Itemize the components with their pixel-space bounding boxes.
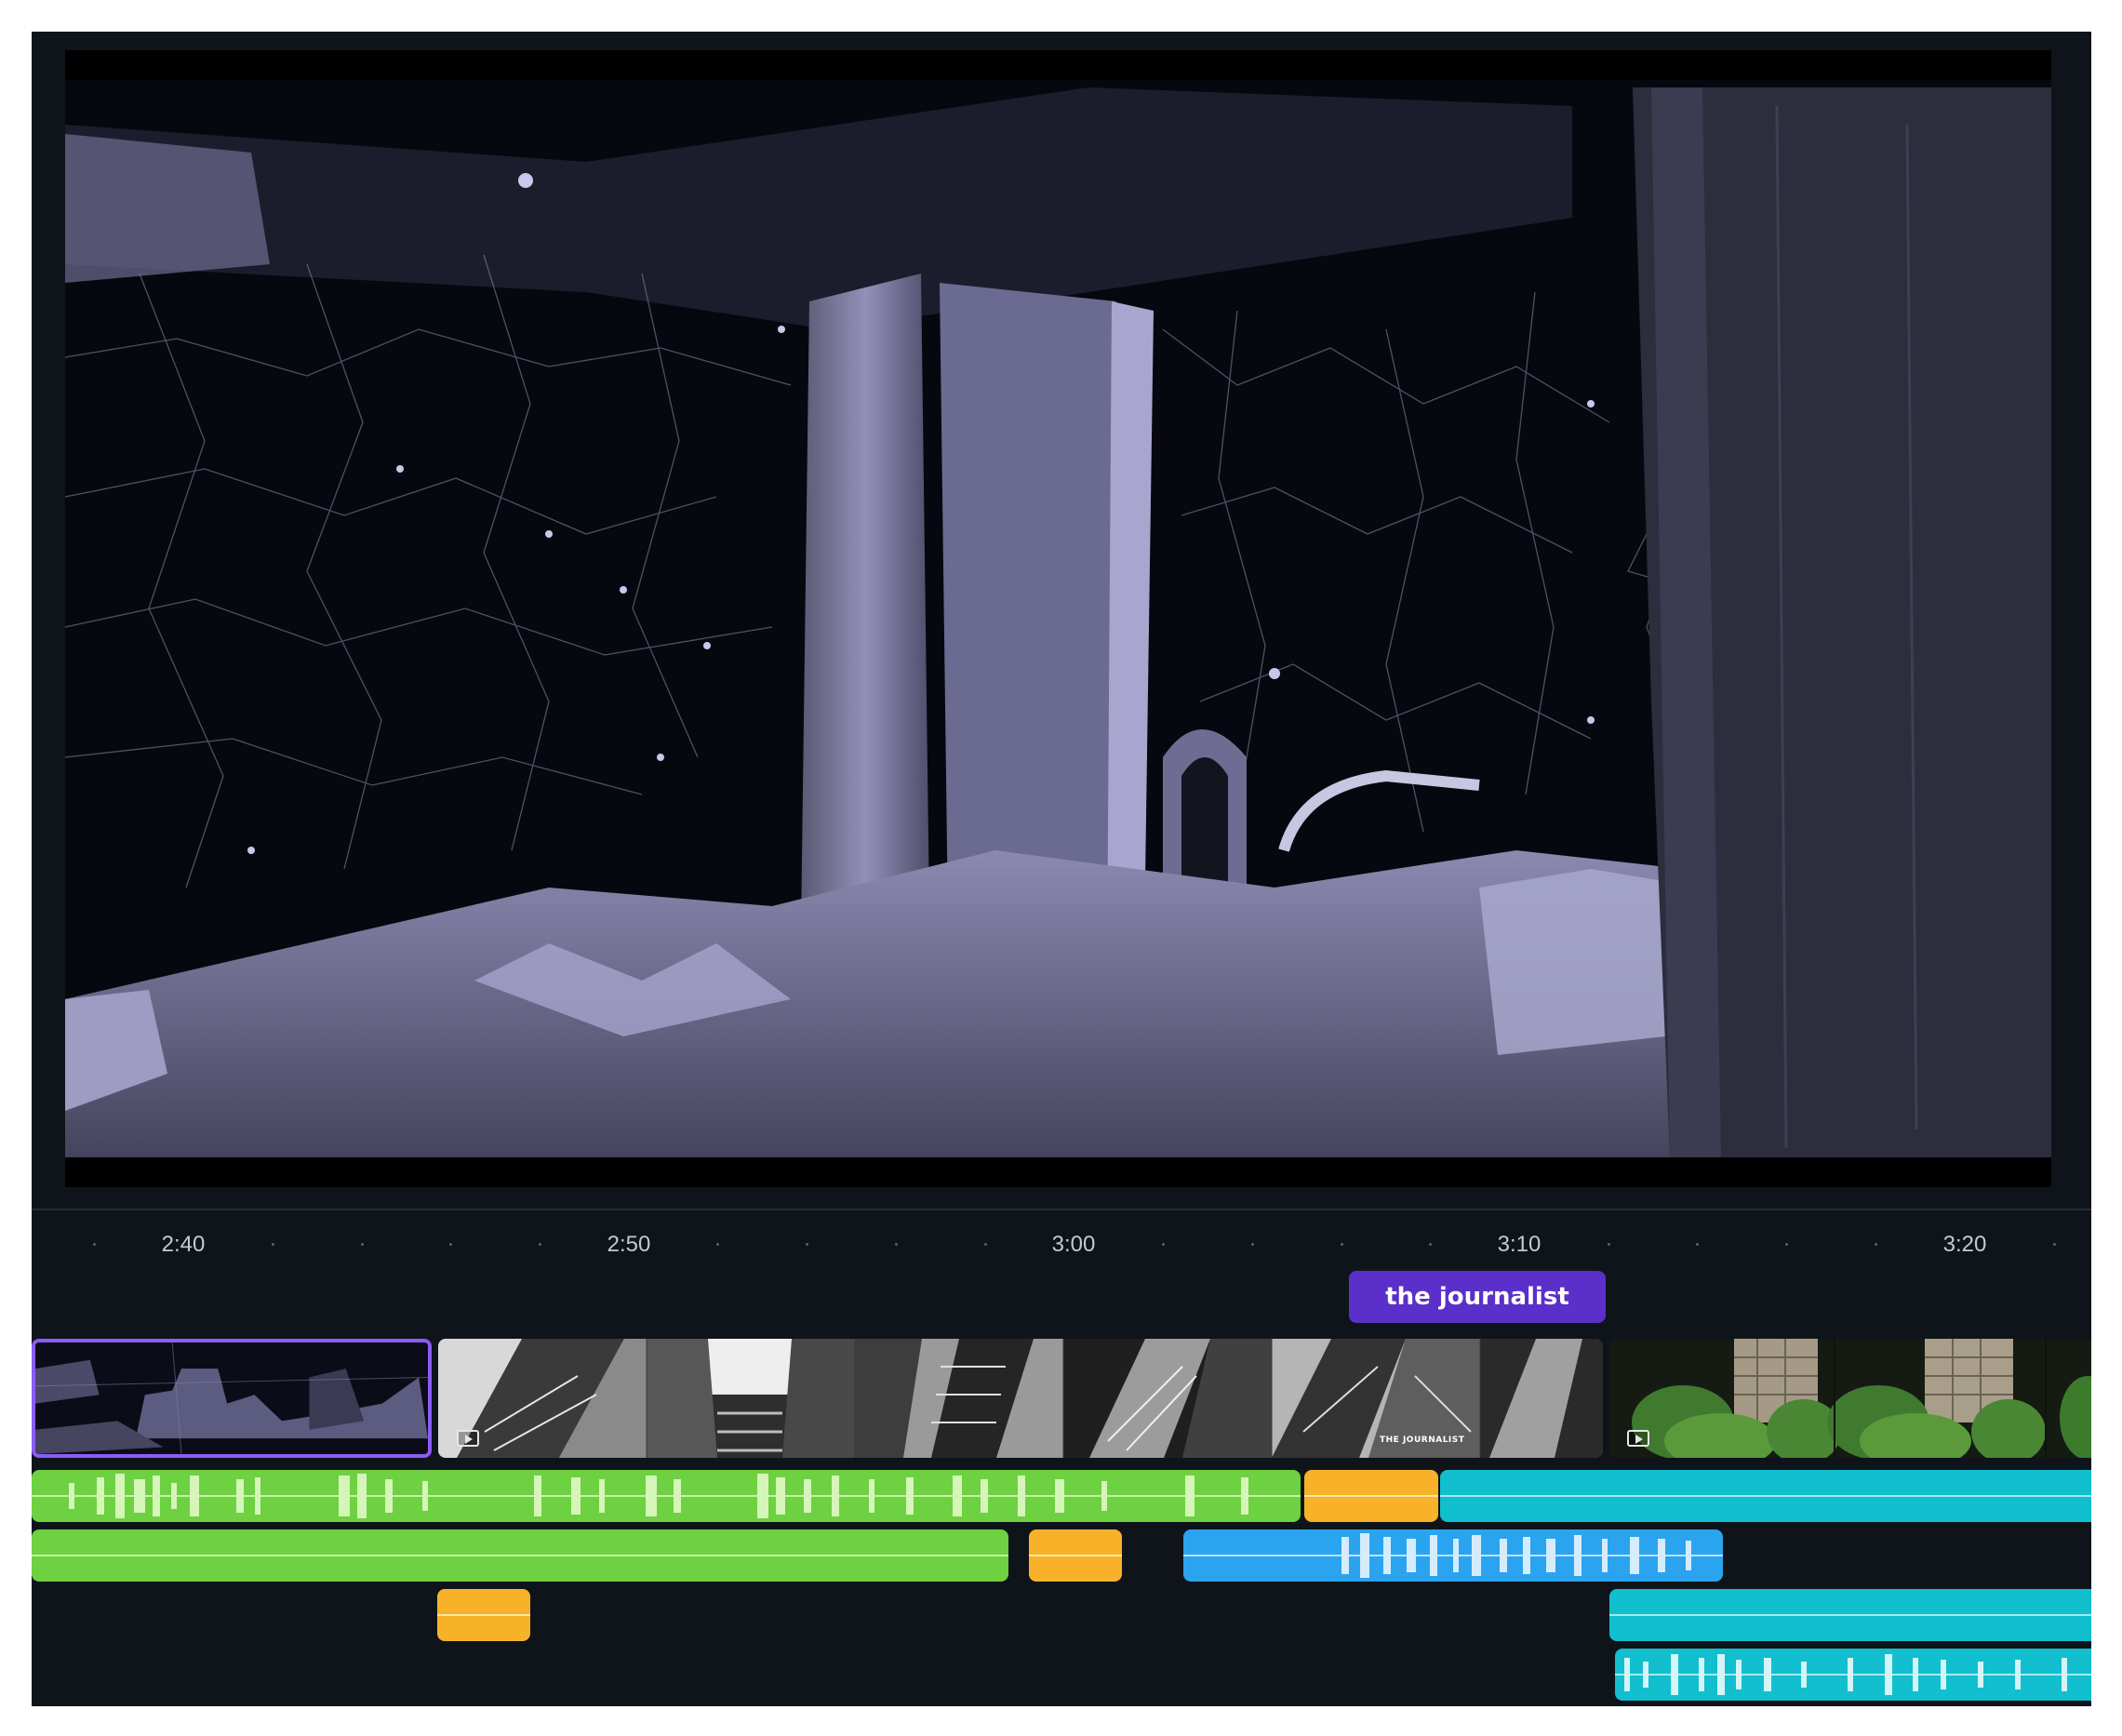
- audio-clip-cyan-3[interactable]: [1615, 1649, 2091, 1701]
- ruler-tick: [449, 1243, 452, 1246]
- audio-clip-orange-1[interactable]: [1304, 1470, 1438, 1522]
- audio-clip-blue-1[interactable]: [1183, 1529, 1723, 1582]
- ruler-tick: [1162, 1243, 1165, 1246]
- waveform: [1440, 1495, 2091, 1497]
- video-clip-buildings[interactable]: THE JOURNALIST: [438, 1339, 1603, 1458]
- video-track: THE JOURNALIST: [32, 1339, 2091, 1458]
- ruler-label: 3:00: [1051, 1232, 1096, 1257]
- video-clip-wireframe[interactable]: [32, 1339, 432, 1458]
- video-clip-icon: [457, 1430, 479, 1447]
- ruler-tick: [539, 1243, 541, 1246]
- waveform: [1304, 1495, 1438, 1497]
- audio-clip-orange-3[interactable]: [437, 1589, 530, 1641]
- ruler-label: 2:50: [607, 1232, 651, 1257]
- waveform: [1615, 1654, 2091, 1695]
- ruler-tick: [984, 1243, 987, 1246]
- timeline-marker-the-journalist[interactable]: the journalist: [1349, 1271, 1606, 1323]
- video-editor: 2:40 2:50 3:00 3:10 3:20 the journalist: [32, 32, 2091, 1706]
- ruler-label: 3:10: [1497, 1232, 1541, 1257]
- video-preview[interactable]: [65, 50, 2051, 1187]
- ruler-tick: [806, 1243, 808, 1246]
- audio-clip-cyan-1[interactable]: [1440, 1470, 2091, 1522]
- ruler-tick: [1251, 1243, 1254, 1246]
- timeline-ruler[interactable]: 2:40 2:50 3:00 3:10 3:20: [32, 1211, 2091, 1267]
- clip-thumbnail-wireframe: [35, 1342, 428, 1454]
- clip-thumbnails-tower-trees: [1608, 1339, 2091, 1458]
- audio-clip-green-1[interactable]: [32, 1470, 1301, 1522]
- ruler-label: 3:20: [1942, 1232, 1987, 1257]
- clip-overlay-text: THE JOURNALIST: [1380, 1436, 1465, 1445]
- ruler-tick: [1696, 1243, 1699, 1246]
- ruler-tick: [1429, 1243, 1432, 1246]
- ruler-tick: [1341, 1243, 1343, 1246]
- waveform: [437, 1614, 530, 1616]
- waveform: [32, 1555, 1008, 1556]
- waveform: [32, 1474, 1301, 1518]
- ruler-tick: [361, 1243, 364, 1246]
- ruler-tick: [2053, 1243, 2056, 1246]
- ruler-tick: [272, 1243, 274, 1246]
- ruler-tick: [1875, 1243, 1877, 1246]
- video-clip-icon: [1627, 1430, 1649, 1447]
- ruler-label: 2:40: [161, 1232, 206, 1257]
- ruler-tick: [93, 1243, 96, 1246]
- ruler-tick: [895, 1243, 898, 1246]
- audio-clip-green-2[interactable]: [32, 1529, 1008, 1582]
- waveform: [1029, 1555, 1122, 1556]
- ruler-tick: [1608, 1243, 1610, 1246]
- ruler-tick: [1785, 1243, 1788, 1246]
- waveform: [1609, 1614, 2091, 1616]
- ruler-tick: [716, 1243, 719, 1246]
- audio-clip-cyan-2[interactable]: [1609, 1589, 2091, 1641]
- audio-clip-orange-2[interactable]: [1029, 1529, 1122, 1582]
- waveform: [1183, 1533, 1723, 1578]
- panel-divider: [32, 1209, 2091, 1210]
- video-clip-tower-trees[interactable]: [1608, 1339, 2091, 1458]
- preview-frame: [65, 50, 2051, 1187]
